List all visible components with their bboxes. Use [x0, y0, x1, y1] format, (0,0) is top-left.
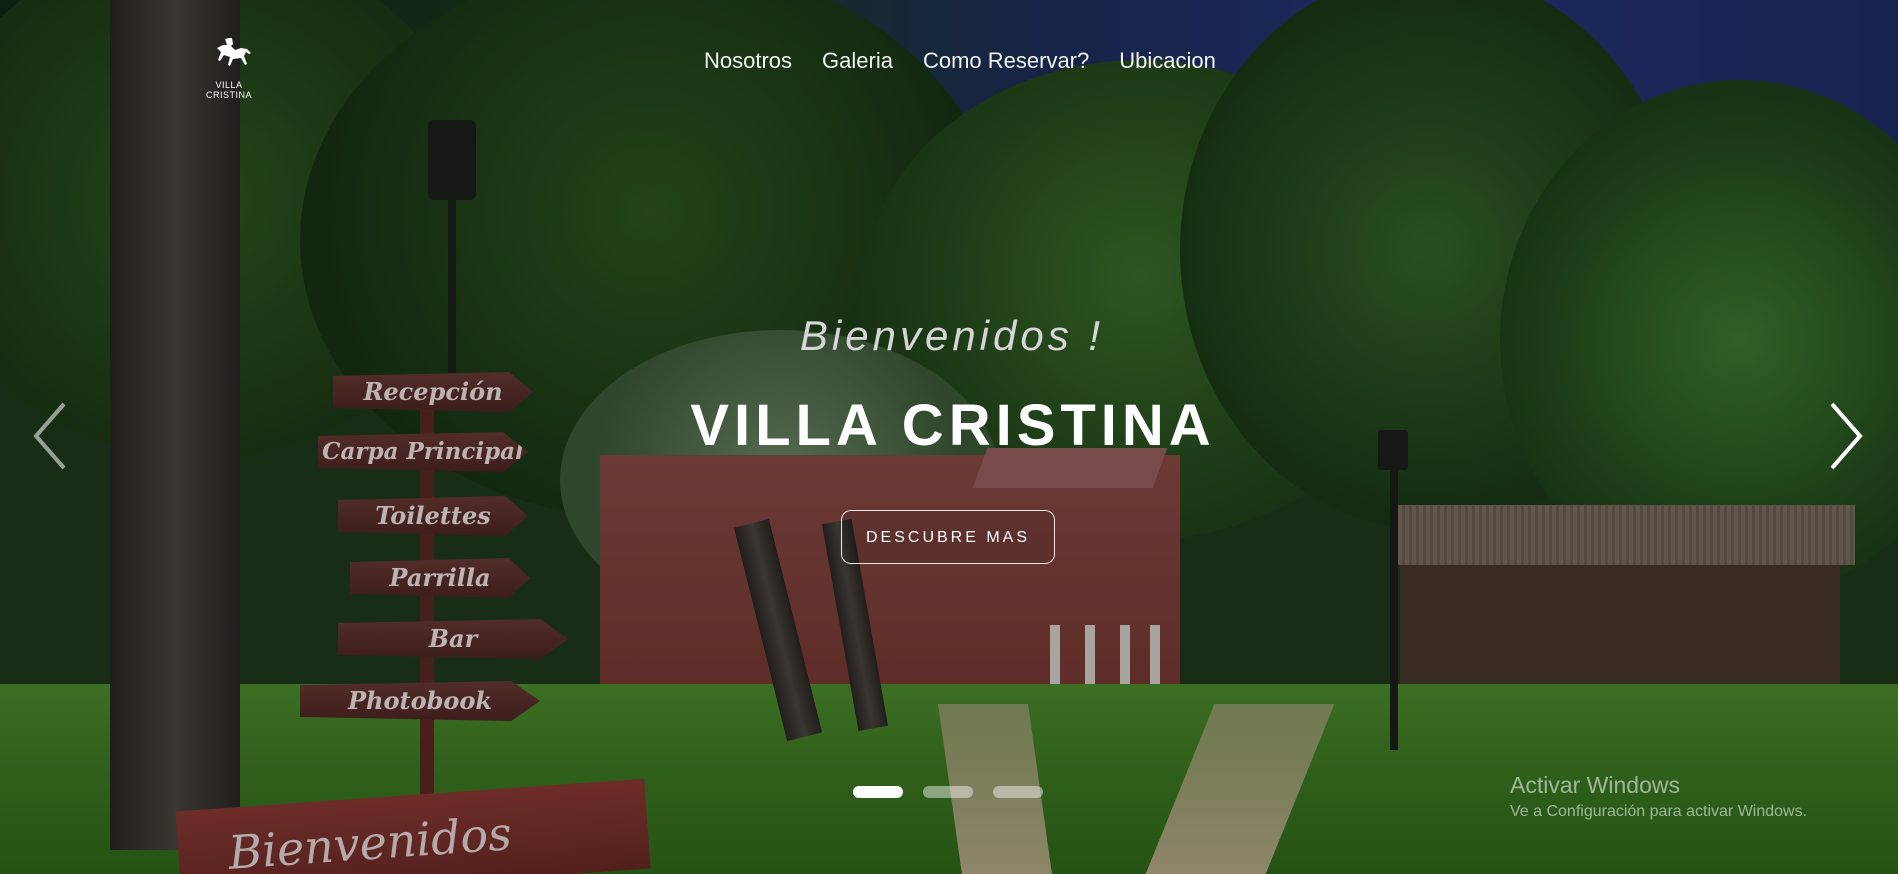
carousel-next-button[interactable]: [1826, 400, 1866, 472]
logo[interactable]: VILLA CRISTINA: [194, 34, 264, 100]
carousel-prev-button[interactable]: [30, 400, 70, 472]
logo-text: VILLA CRISTINA: [205, 80, 252, 100]
main-nav: Nosotros Galeria Como Reservar? Ubicacio…: [704, 48, 1216, 74]
hero-title-text: VILLA CRISTINA: [690, 393, 1216, 458]
nav-link-galeria[interactable]: Galeria: [822, 48, 893, 74]
carousel-indicators: [853, 786, 1043, 798]
hero-greeting: Bienvenidos !: [0, 312, 1898, 360]
watermark-subtitle: Ve a Configuración para activar Windows.: [1510, 803, 1808, 820]
hero-title: VILLA CRISTINA: [0, 392, 1898, 459]
nav-link-ubicacion[interactable]: Ubicacion: [1119, 48, 1216, 74]
chevron-left-icon: [33, 402, 66, 470]
hero-greeting-text: Bienvenidos !: [799, 312, 1105, 359]
discover-more-button[interactable]: DESCUBRE MAS: [841, 510, 1055, 564]
carousel-dot-2[interactable]: [923, 786, 973, 798]
watermark-title: Activar Windows: [1510, 772, 1680, 798]
nav-link-como-reservar[interactable]: Como Reservar?: [923, 48, 1089, 74]
chevron-right-icon: [1830, 402, 1863, 470]
carousel-dot-1[interactable]: [853, 786, 903, 798]
horse-rider-icon: [217, 38, 251, 66]
windows-activation-watermark: Activar Windows Ve a Configuración para …: [1510, 772, 1807, 821]
carousel-dot-3[interactable]: [993, 786, 1043, 798]
nav-link-nosotros[interactable]: Nosotros: [704, 48, 792, 74]
